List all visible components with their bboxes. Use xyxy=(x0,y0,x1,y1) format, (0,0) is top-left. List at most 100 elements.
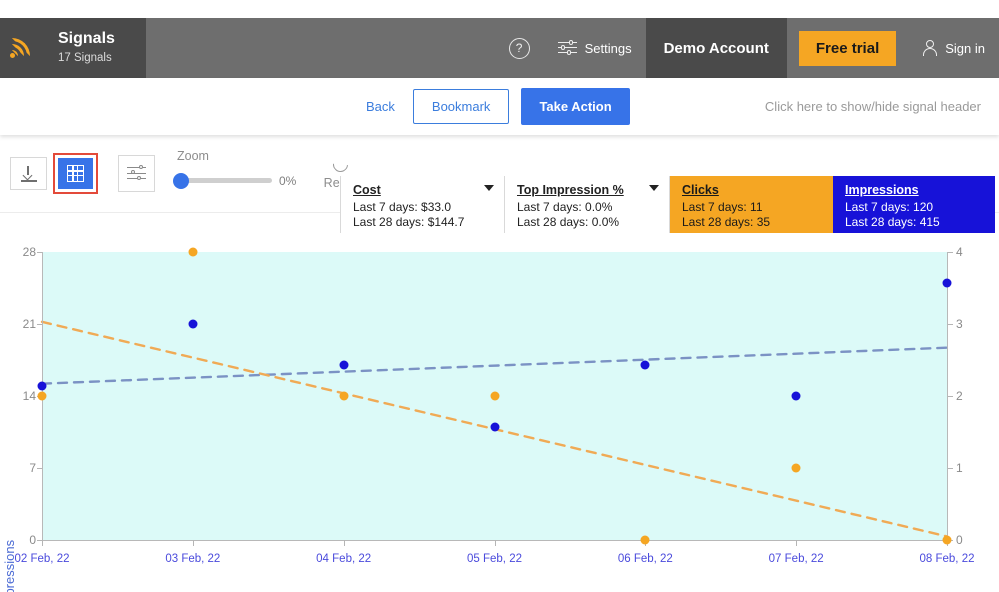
y-tick-right: 0 xyxy=(956,533,963,547)
zoom-slider-handle[interactable] xyxy=(173,172,189,189)
data-point[interactable] xyxy=(490,391,499,401)
settings-label: Settings xyxy=(584,40,632,56)
y-tick-mark-right xyxy=(948,252,953,253)
trendline xyxy=(40,346,949,385)
y-tick-mark-right xyxy=(948,396,953,397)
y-tick-left: 0 xyxy=(29,533,36,547)
data-point[interactable] xyxy=(791,391,801,401)
help-icon: ? xyxy=(508,37,530,59)
logo-container[interactable] xyxy=(0,18,44,78)
top-white-strip xyxy=(0,0,999,18)
sign-in-button[interactable]: Sign in xyxy=(908,18,999,78)
app-header: Signals 17 Signals ? Settings Demo Accou… xyxy=(0,18,999,78)
bookmark-button[interactable]: Bookmark xyxy=(412,89,510,124)
signal-count: 17 Signals xyxy=(58,52,112,64)
zoom-slider-row: 0% xyxy=(173,172,297,189)
metric-card-top-impression-pct[interactable]: Top Impression % Last 7 days: 0.0% Last 28… xyxy=(505,176,670,233)
y-tick-right: 3 xyxy=(956,317,963,331)
y-tick-mark-left xyxy=(37,468,42,469)
metric-last-28: Last 28 days: 0.0% xyxy=(517,215,620,229)
back-button[interactable]: Back xyxy=(360,91,401,122)
grid-view-icon xyxy=(67,165,84,182)
metric-card-title: Clicks xyxy=(682,183,719,197)
user-icon xyxy=(922,40,937,56)
x-tick-label: 07 Feb, 22 xyxy=(768,553,824,565)
x-tick-mark xyxy=(192,540,194,546)
x-tick-label: 06 Feb, 22 xyxy=(617,553,673,565)
take-action-button[interactable]: Take Action xyxy=(521,88,630,125)
sign-in-label: Sign in xyxy=(945,40,985,56)
data-point[interactable] xyxy=(640,535,650,545)
zoom-label: Zoom xyxy=(177,148,209,163)
zoom-slider[interactable] xyxy=(173,172,272,189)
metric-card-title: Top Impression % xyxy=(517,183,624,197)
y-tick-right: 1 xyxy=(956,461,963,475)
download-button[interactable] xyxy=(10,157,47,190)
y-tick-left: 7 xyxy=(29,461,36,475)
chevron-down-icon[interactable] xyxy=(649,185,659,191)
grid-view-button[interactable] xyxy=(53,153,98,194)
y-tick-mark-right xyxy=(948,324,953,325)
download-icon xyxy=(20,165,37,182)
data-point[interactable] xyxy=(339,360,349,370)
header-spacer xyxy=(146,18,495,78)
help-button[interactable]: ? xyxy=(495,18,544,78)
zoom-control: Zoom 0% xyxy=(173,148,302,199)
reset-icon xyxy=(329,153,351,176)
data-point[interactable] xyxy=(37,391,47,401)
metric-card-title: Impressions xyxy=(845,183,919,197)
y-tick-right: 2 xyxy=(956,389,963,403)
metric-card-cost[interactable]: Cost Last 7 days: $33.0 Last 28 days: $144… xyxy=(340,176,505,233)
zoom-percent-value: 0% xyxy=(279,173,297,188)
sub-header: Back Bookmark Take Action Click here to … xyxy=(0,78,999,135)
metric-last-28: Last 28 days: 415 xyxy=(845,215,940,229)
y-tick-left: 28 xyxy=(22,245,36,259)
data-point[interactable] xyxy=(791,463,801,473)
metric-card-clicks[interactable]: Clicks Last 7 days: 11 Last 28 days: 35 xyxy=(670,176,833,233)
data-point[interactable] xyxy=(640,360,650,370)
chart-container: Impressions Clicks 071421280123402 Feb, … xyxy=(0,240,999,592)
sub-header-actions: Back Bookmark Take Action xyxy=(360,88,630,125)
metric-last-7: Last 7 days: $33.0 xyxy=(353,200,452,214)
x-tick-label: 08 Feb, 22 xyxy=(919,553,975,565)
x-tick-mark xyxy=(796,540,798,546)
filter-sliders-icon xyxy=(127,164,146,181)
x-tick-label: 02 Feb, 22 xyxy=(14,553,70,565)
y-tick-left: 14 xyxy=(22,389,36,403)
account-button[interactable]: Demo Account xyxy=(645,18,787,78)
free-trial-button[interactable]: Free trial xyxy=(798,30,897,66)
data-point[interactable] xyxy=(188,319,198,329)
free-trial-container: Free trial xyxy=(787,18,908,78)
x-tick-mark xyxy=(343,540,345,546)
metric-card-title: Cost xyxy=(353,183,381,197)
x-tick-label: 03 Feb, 22 xyxy=(165,553,221,565)
settings-sliders-icon xyxy=(557,40,577,55)
x-tick-label: 05 Feb, 22 xyxy=(467,553,522,565)
y-tick-mark-right xyxy=(948,468,953,469)
data-point[interactable] xyxy=(942,535,952,545)
y-axis-left-label: Impressions xyxy=(2,539,17,592)
data-point[interactable] xyxy=(37,381,47,391)
metric-card-impressions[interactable]: Impressions Last 7 days: 120 Last 28 days:… xyxy=(833,176,995,233)
metric-cards: Cost Last 7 days: $33.0 Last 28 days: $144… xyxy=(340,176,995,233)
signal-rss-icon xyxy=(9,36,35,60)
header-actions: ? Settings Demo Account Free trial Sign … xyxy=(495,18,999,78)
filter-button[interactable] xyxy=(118,155,155,192)
data-point[interactable] xyxy=(188,247,198,257)
toggle-signal-header-link[interactable]: Click here to show/hide signal header xyxy=(765,99,981,114)
x-tick-mark xyxy=(42,540,43,546)
page-title: Signals xyxy=(58,30,115,47)
data-point[interactable] xyxy=(339,391,349,401)
y-tick-mark-left xyxy=(37,252,42,253)
y-tick-left: 21 xyxy=(22,317,36,331)
chevron-down-icon[interactable] xyxy=(484,185,494,191)
data-point[interactable] xyxy=(490,422,499,432)
metric-last-28: Last 28 days: $144.7 xyxy=(353,215,465,229)
y-tick-mark-left xyxy=(37,324,42,325)
app-page: Signals 17 Signals ? Settings Demo Accou… xyxy=(0,0,999,592)
metric-last-28: Last 28 days: 35 xyxy=(682,215,771,229)
metric-last-7: Last 7 days: 120 xyxy=(845,200,934,214)
data-point[interactable] xyxy=(942,278,952,288)
settings-button[interactable]: Settings xyxy=(544,18,646,78)
x-tick-label: 04 Feb, 22 xyxy=(316,553,372,565)
